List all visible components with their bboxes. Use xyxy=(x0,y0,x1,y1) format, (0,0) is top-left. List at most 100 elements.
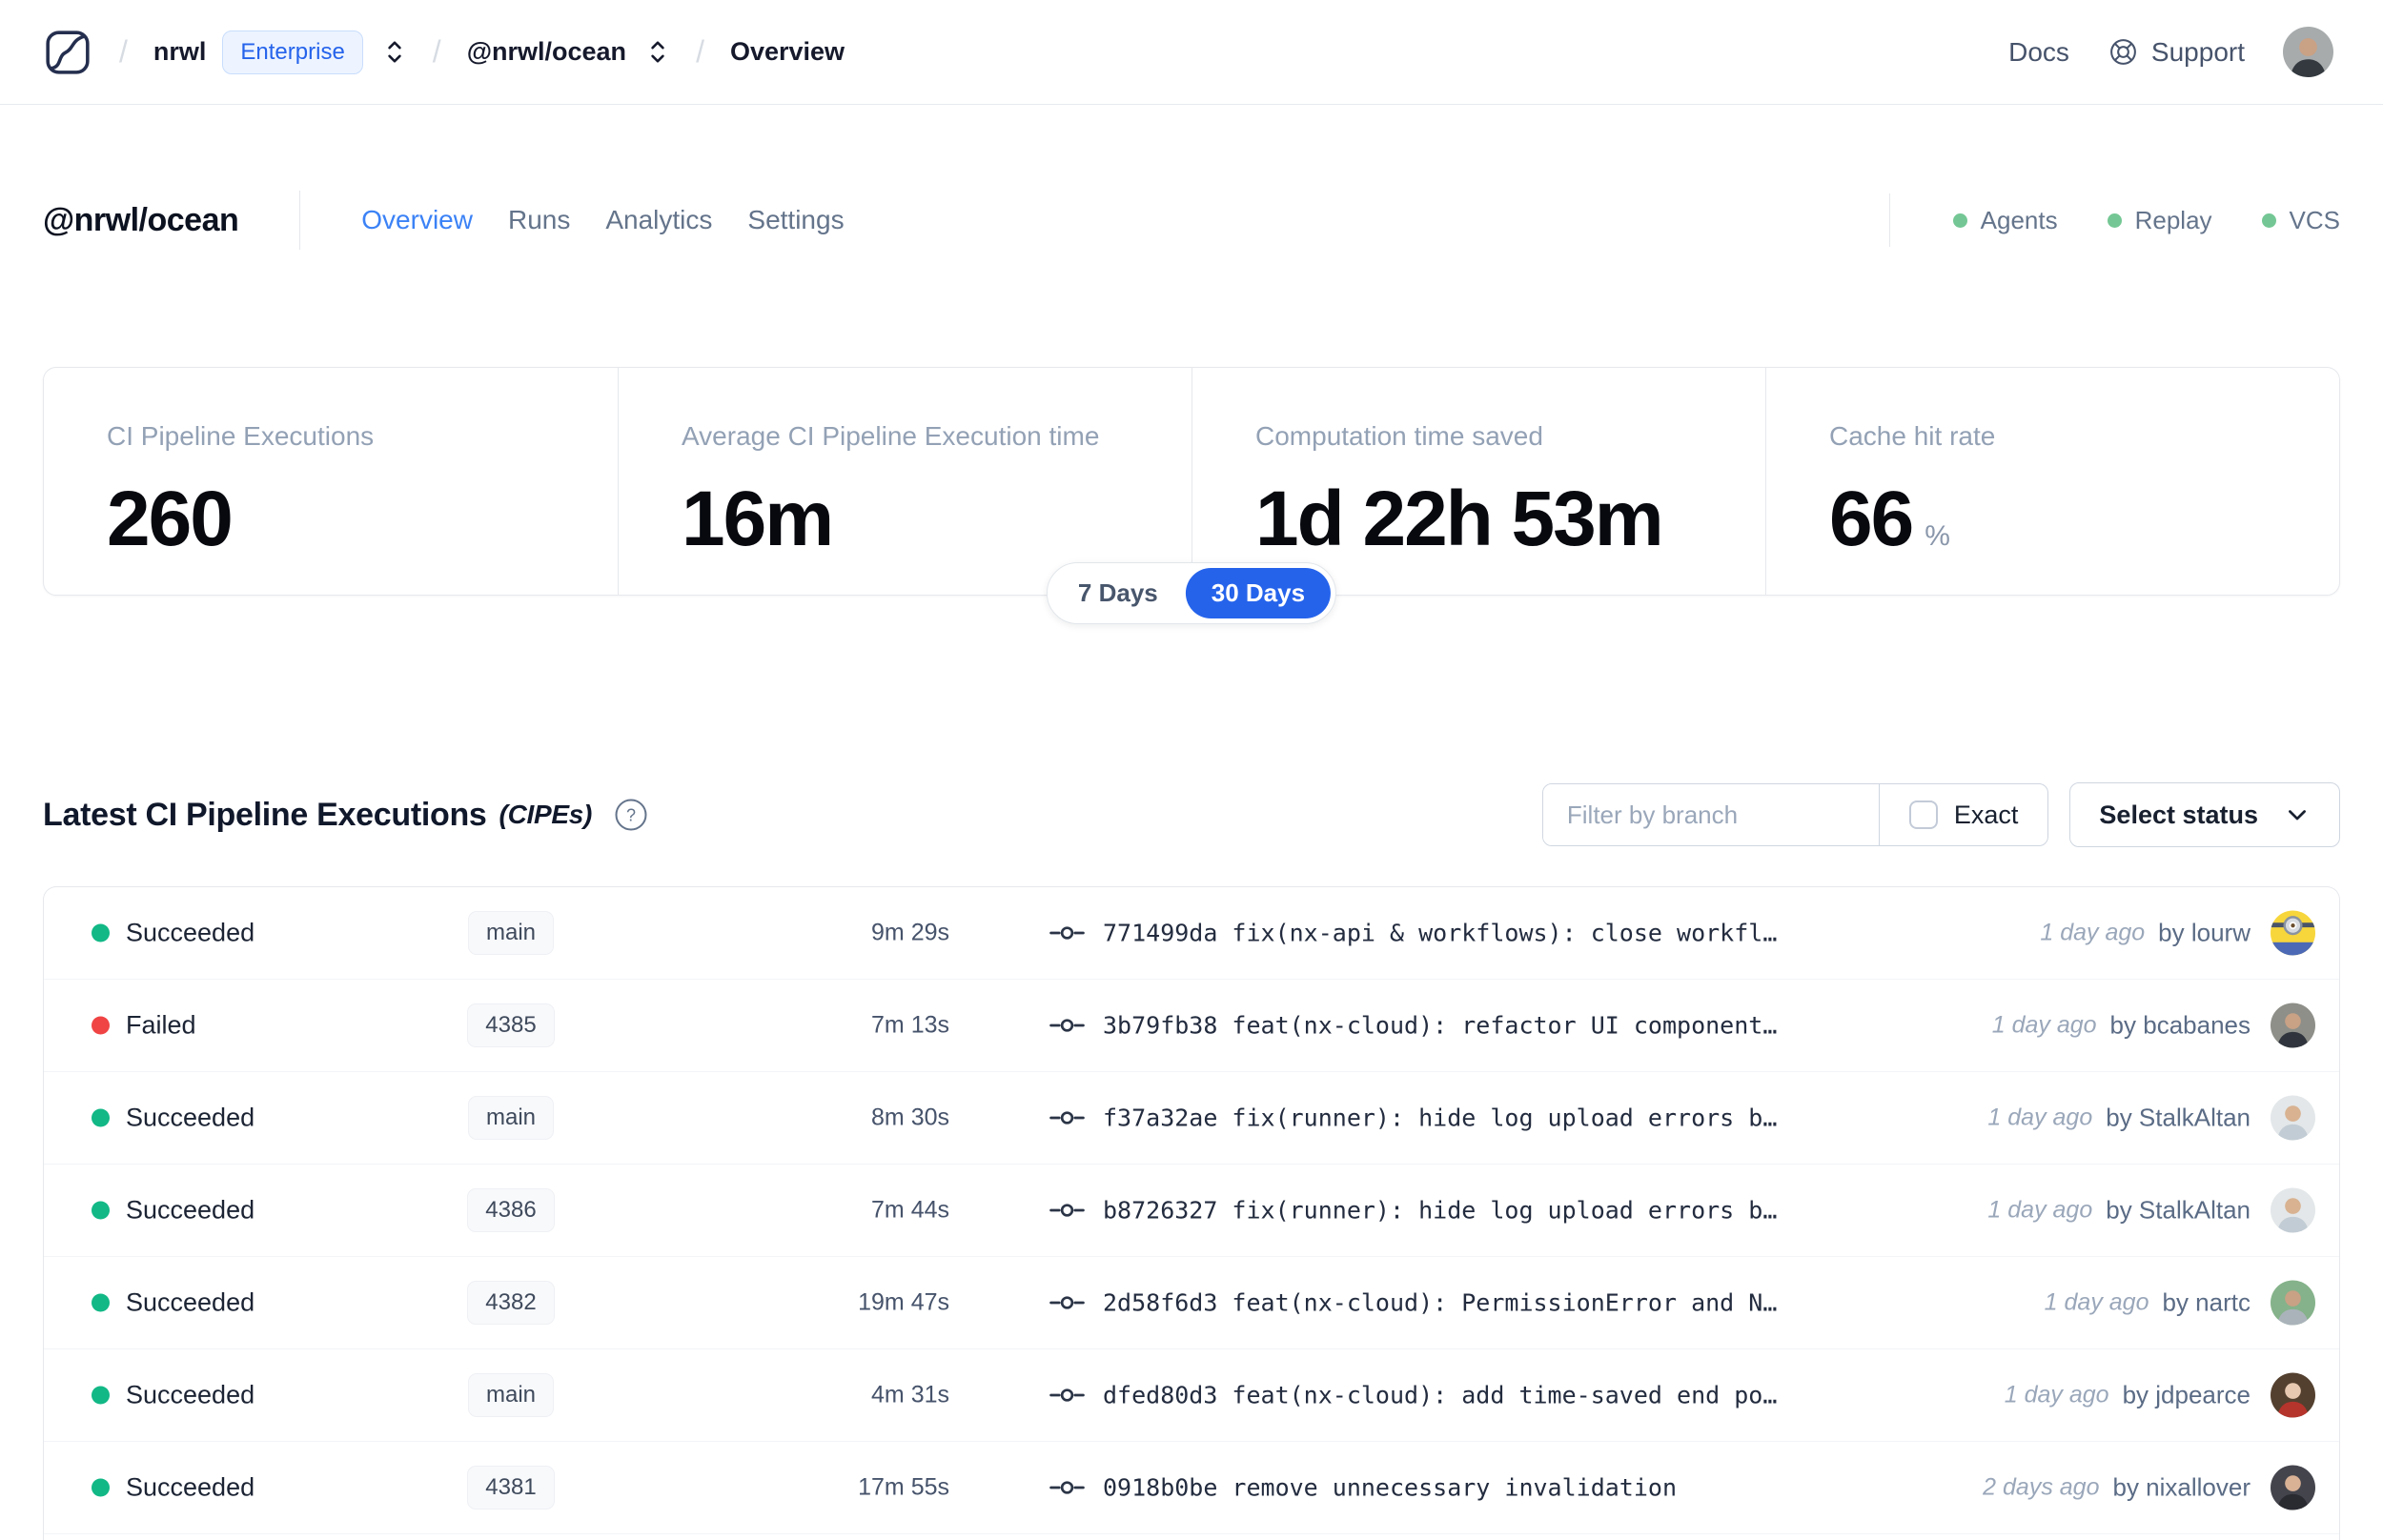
git-commit-icon xyxy=(1049,1296,1085,1309)
status-indicator[interactable]: Agents xyxy=(1952,206,2058,235)
cipe-row[interactable]: Failed 4385 7m 13s 3b79fb38 feat(nx-clou… xyxy=(44,980,2339,1072)
stat-value: 66% xyxy=(1829,476,1950,562)
stat-card: Computation time saved 1d 22h 53m xyxy=(1192,368,1765,595)
breadcrumb-page: Overview xyxy=(729,37,845,66)
cipe-duration: 17m 55s xyxy=(858,1473,949,1501)
workspace-tabs: Overview Runs Analytics Settings xyxy=(361,205,844,235)
commit-message: feat(nx-cloud): add time-saved end po… xyxy=(1232,1381,1778,1409)
support-link[interactable]: Support xyxy=(2108,36,2245,68)
stat-label: CI Pipeline Executions xyxy=(107,421,375,451)
commit-hash: 3b79fb38 xyxy=(1103,1011,1218,1040)
help-icon[interactable]: ? xyxy=(614,798,648,832)
breadcrumb-separator: / xyxy=(432,34,441,69)
commit-hash: b8726327 xyxy=(1103,1196,1218,1225)
commit-hash: 771499da xyxy=(1103,919,1218,947)
section-title: Latest CI Pipeline Executions xyxy=(43,796,487,833)
workspace-switcher-chevrons-icon[interactable] xyxy=(645,37,670,67)
nx-cloud-logo-icon[interactable] xyxy=(44,28,93,77)
tab[interactable]: Overview xyxy=(361,205,473,235)
status-indicator[interactable]: VCS xyxy=(2261,206,2340,235)
cipe-duration: 7m 13s xyxy=(871,1011,949,1039)
commit-info: 771499da fix(nx-api & workflows): close … xyxy=(1049,920,1777,947)
status-dot-icon xyxy=(1952,213,1967,228)
workspace-header: @nrwl/ocean Overview Runs Analytics Sett… xyxy=(43,187,2340,253)
author: by nixallover xyxy=(2112,1472,2251,1502)
branch-filter-group: Exact xyxy=(1541,783,2049,846)
cipe-row[interactable]: Succeeded main 4m 31s dfed80d3 feat(nx-c… xyxy=(44,1349,2339,1442)
cipe-row[interactable]: Succeeded 4382 19m 47s 2d58f6d3 feat(nx-… xyxy=(44,1257,2339,1349)
author: by nartc xyxy=(2162,1287,2251,1317)
cipe-meta: 1 day ago by jdpearce xyxy=(2004,1372,2315,1418)
docs-link[interactable]: Docs xyxy=(2008,37,2069,68)
cipe-row[interactable]: Succeeded 4381 17m 55s 0918b0be remove u… xyxy=(44,1442,2339,1534)
range-option[interactable]: 30 Days xyxy=(1185,568,1332,618)
status-indicator[interactable]: Replay xyxy=(2107,206,2212,235)
cipe-row[interactable]: Succeeded 4386 7m 44s b8726327 fix(runne… xyxy=(44,1165,2339,1257)
git-commit-icon xyxy=(1049,1019,1085,1032)
cipe-status: Succeeded xyxy=(126,1195,255,1225)
cipe-table: Succeeded main 9m 29s 771499da fix(nx-ap… xyxy=(43,886,2340,1540)
divider xyxy=(1888,193,1890,247)
breadcrumb-workspace[interactable]: @nrwl/ocean xyxy=(467,37,626,67)
cipe-status: Succeeded xyxy=(126,1472,255,1502)
divider xyxy=(299,191,301,250)
cipe-status: Failed xyxy=(126,1010,196,1040)
author: by StalkAltan xyxy=(2106,1195,2251,1225)
cipe-filters: Exact Select status xyxy=(1541,782,2340,847)
author-avatar xyxy=(2271,1280,2315,1326)
cipe-section-header: Latest CI Pipeline Executions (CIPEs) ? … xyxy=(43,781,2340,848)
stat-label: Cache hit rate xyxy=(1829,421,1996,451)
branch-badge: 4385 xyxy=(467,1003,555,1047)
time-ago: 1 day ago xyxy=(1987,1196,2093,1224)
stat-value: 16m xyxy=(682,476,834,562)
org-switcher-chevrons-icon[interactable] xyxy=(382,37,407,67)
git-commit-icon xyxy=(1049,1111,1085,1125)
stat-label: Average CI Pipeline Execution time xyxy=(682,421,1100,451)
git-commit-icon xyxy=(1049,1388,1085,1402)
author: by bcabanes xyxy=(2109,1010,2251,1040)
commit-info: 0918b0be remove unnecessary invalidation xyxy=(1049,1474,1677,1502)
time-ago: 1 day ago xyxy=(2004,1381,2109,1408)
cipe-status: Succeeded xyxy=(126,1380,255,1409)
stat-card: Average CI Pipeline Execution time 16m xyxy=(618,368,1192,595)
cipe-row[interactable]: Succeeded main 8m 30s f37a32ae fix(runne… xyxy=(44,1072,2339,1165)
cipe-meta: 1 day ago by StalkAltan xyxy=(1987,1187,2315,1233)
branch-filter-input[interactable] xyxy=(1542,784,1879,845)
commit-message: feat(nx-cloud): PermissionError and N… xyxy=(1232,1288,1778,1317)
author-avatar xyxy=(2271,1187,2315,1233)
breadcrumb-org[interactable]: nrwl xyxy=(153,37,207,67)
chevron-down-icon xyxy=(2289,810,2306,821)
commit-info: dfed80d3 feat(nx-cloud): add time-saved … xyxy=(1049,1382,1777,1409)
status-dot-icon xyxy=(92,1016,110,1035)
integration-status-indicators: Agents Replay VCS xyxy=(1952,206,2340,235)
exact-match-toggle[interactable]: Exact xyxy=(1878,784,2048,845)
branch-badge: 4381 xyxy=(467,1466,555,1510)
commit-info: f37a32ae fix(runner): hide log upload er… xyxy=(1049,1104,1777,1132)
status-select-button[interactable]: Select status xyxy=(2069,782,2340,847)
cipe-duration: 8m 30s xyxy=(871,1104,949,1131)
lifebuoy-icon xyxy=(2110,39,2136,65)
tab[interactable]: Runs xyxy=(508,205,570,235)
tab[interactable]: Analytics xyxy=(605,205,712,235)
commit-message: remove unnecessary invalidation xyxy=(1232,1473,1678,1502)
range-option[interactable]: 7 Days xyxy=(1052,568,1184,618)
section-title-suffix: (CIPEs) xyxy=(499,800,593,829)
author-avatar xyxy=(2271,1465,2315,1510)
author: by StalkAltan xyxy=(2106,1103,2251,1132)
author-avatar xyxy=(2271,1372,2315,1418)
author-avatar xyxy=(2271,1003,2315,1048)
status-dot-icon xyxy=(92,1386,110,1405)
commit-message: feat(nx-cloud): refactor UI component… xyxy=(1232,1011,1778,1040)
time-ago: 1 day ago xyxy=(1987,1104,2093,1131)
tab[interactable]: Settings xyxy=(747,205,844,235)
status-dot-icon xyxy=(2261,213,2276,228)
commit-info: 2d58f6d3 feat(nx-cloud): PermissionError… xyxy=(1049,1289,1777,1317)
branch-badge: 4386 xyxy=(467,1188,555,1232)
user-avatar[interactable] xyxy=(2283,27,2333,77)
cipe-meta: 1 day ago by nartc xyxy=(2045,1280,2315,1326)
commit-hash: dfed80d3 xyxy=(1103,1381,1218,1409)
time-ago: 1 day ago xyxy=(2040,919,2146,946)
commit-message: fix(runner): hide log upload errors b… xyxy=(1232,1104,1778,1132)
exact-checkbox[interactable] xyxy=(1908,800,1938,829)
cipe-row[interactable]: Succeeded main 9m 29s 771499da fix(nx-ap… xyxy=(44,887,2339,980)
